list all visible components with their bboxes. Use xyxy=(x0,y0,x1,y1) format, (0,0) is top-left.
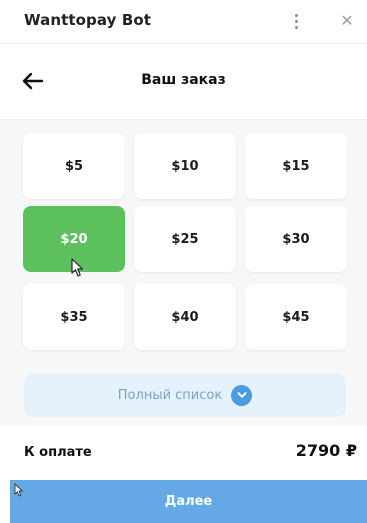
chevron-down-icon xyxy=(231,384,253,406)
total-value: 2790 ₽ xyxy=(295,441,357,460)
app-window: Wanttopay Bot ✕ Ваш заказ $5 $10 $15 $20… xyxy=(0,0,367,523)
more-options-icon[interactable] xyxy=(286,10,306,32)
close-icon[interactable]: ✕ xyxy=(337,10,357,32)
amount-option[interactable]: $30 xyxy=(245,206,347,272)
amount-option[interactable]: $15 xyxy=(245,133,347,199)
amount-option[interactable]: $5 xyxy=(23,133,125,199)
continue-button[interactable]: Далее xyxy=(10,480,367,523)
amount-option[interactable]: $40 xyxy=(134,284,236,350)
amount-option[interactable]: $45 xyxy=(245,284,347,350)
full-list-label: Полный список xyxy=(117,387,223,403)
amount-option-selected[interactable]: $20 xyxy=(23,206,125,272)
amount-option[interactable]: $10 xyxy=(134,133,236,199)
window-title: Wanttopay Bot xyxy=(24,11,152,29)
amount-option[interactable]: $25 xyxy=(134,206,236,272)
total-row: К оплате 2790 ₽ xyxy=(0,426,367,480)
page-title: Ваш заказ xyxy=(141,72,226,88)
title-bar: Wanttopay Bot ✕ xyxy=(0,0,367,44)
page-header: Ваш заказ xyxy=(0,44,367,120)
full-list-button[interactable]: Полный список xyxy=(24,373,346,417)
total-label: К оплате xyxy=(24,445,92,460)
amount-option[interactable]: $35 xyxy=(23,284,125,350)
